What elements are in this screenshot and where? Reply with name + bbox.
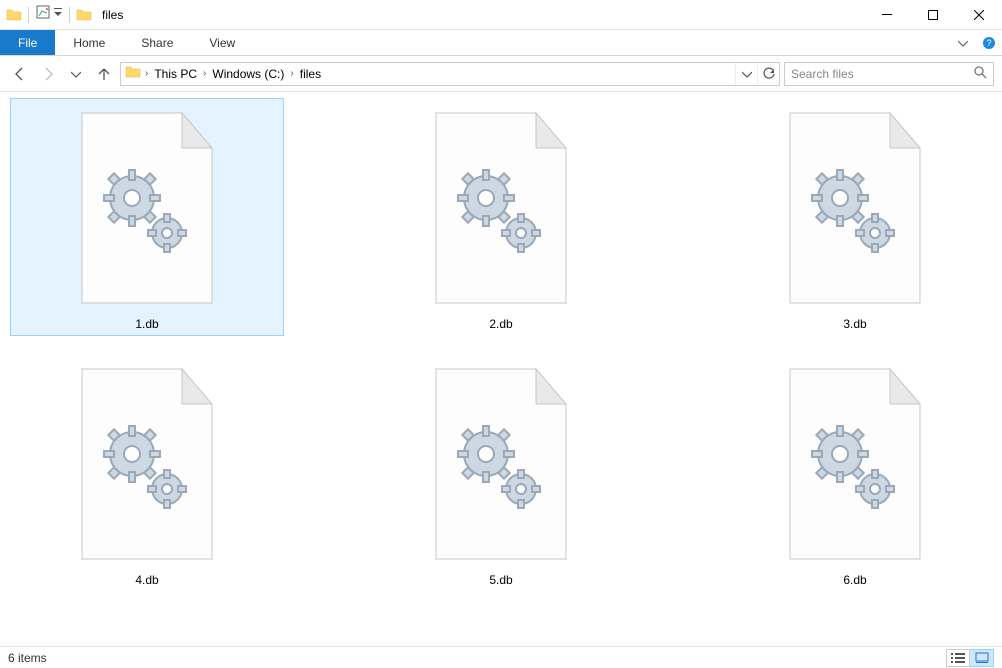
ribbon-collapse-icon[interactable]: [950, 30, 976, 55]
breadcrumb-label: This PC: [154, 67, 197, 81]
breadcrumb[interactable]: Windows (C:): [210, 67, 286, 81]
file-tab[interactable]: File: [0, 30, 55, 55]
tab-view[interactable]: View: [191, 30, 253, 55]
title-bar: files: [0, 0, 1002, 30]
search-icon[interactable]: [973, 65, 987, 82]
chevron-right-icon[interactable]: ›: [145, 68, 148, 79]
file-name-label: 4.db: [135, 573, 158, 587]
recent-locations-dropdown-icon[interactable]: [64, 62, 88, 86]
file-name-label: 2.db: [489, 317, 512, 331]
file-item[interactable]: 5.db: [364, 354, 638, 592]
file-item[interactable]: 3.db: [718, 98, 992, 336]
view-toggle: [946, 649, 994, 667]
search-input[interactable]: [791, 67, 973, 81]
db-file-icon: [411, 359, 591, 569]
status-bar: 6 items: [0, 646, 1002, 668]
address-bar[interactable]: › This PC › Windows (C:) › files: [120, 62, 780, 86]
maximize-button[interactable]: [910, 0, 956, 30]
db-file-icon: [411, 103, 591, 313]
svg-text:?: ?: [986, 38, 991, 48]
window-title: files: [102, 8, 123, 22]
refresh-button[interactable]: [757, 63, 779, 85]
window-controls: [864, 0, 1002, 30]
breadcrumb[interactable]: This PC: [152, 67, 199, 81]
details-view-button[interactable]: [946, 649, 970, 667]
db-file-icon: [765, 359, 945, 569]
db-file-icon: [57, 359, 237, 569]
qat-dropdown-icon[interactable]: [53, 4, 63, 25]
address-dropdown-icon[interactable]: [735, 63, 757, 85]
breadcrumb-label: files: [300, 67, 321, 81]
folder-icon: [76, 7, 92, 23]
file-name-label: 3.db: [843, 317, 866, 331]
folder-icon: [6, 7, 22, 23]
forward-button[interactable]: [36, 62, 60, 86]
close-button[interactable]: [956, 0, 1002, 30]
db-file-icon: [57, 103, 237, 313]
tab-share[interactable]: Share: [123, 30, 191, 55]
file-item[interactable]: 1.db: [10, 98, 284, 336]
quick-access-toolbar: [0, 4, 92, 25]
ribbon-tabs: File Home Share View ?: [0, 30, 1002, 56]
file-name-label: 5.db: [489, 573, 512, 587]
folder-icon: [125, 64, 141, 83]
help-icon[interactable]: ?: [976, 30, 1002, 55]
item-count-label: 6 items: [8, 651, 47, 665]
file-item[interactable]: 6.db: [718, 354, 992, 592]
navigation-bar: › This PC › Windows (C:) › files: [0, 56, 1002, 92]
search-box[interactable]: [784, 62, 994, 86]
tab-home[interactable]: Home: [55, 30, 123, 55]
minimize-button[interactable]: [864, 0, 910, 30]
file-view[interactable]: 1.db 2.db 3.db 4.db 5.db 6.db: [0, 92, 1002, 646]
thumbnails-view-button[interactable]: [970, 649, 994, 667]
file-name-label: 1.db: [135, 317, 158, 331]
chevron-right-icon[interactable]: ›: [203, 68, 206, 79]
breadcrumb-label: Windows (C:): [212, 67, 284, 81]
up-button[interactable]: [92, 62, 116, 86]
file-item[interactable]: 4.db: [10, 354, 284, 592]
properties-icon[interactable]: [35, 4, 51, 25]
chevron-right-icon[interactable]: ›: [290, 68, 293, 79]
db-file-icon: [765, 103, 945, 313]
breadcrumb[interactable]: files: [298, 67, 323, 81]
file-item[interactable]: 2.db: [364, 98, 638, 336]
back-button[interactable]: [8, 62, 32, 86]
file-name-label: 6.db: [843, 573, 866, 587]
